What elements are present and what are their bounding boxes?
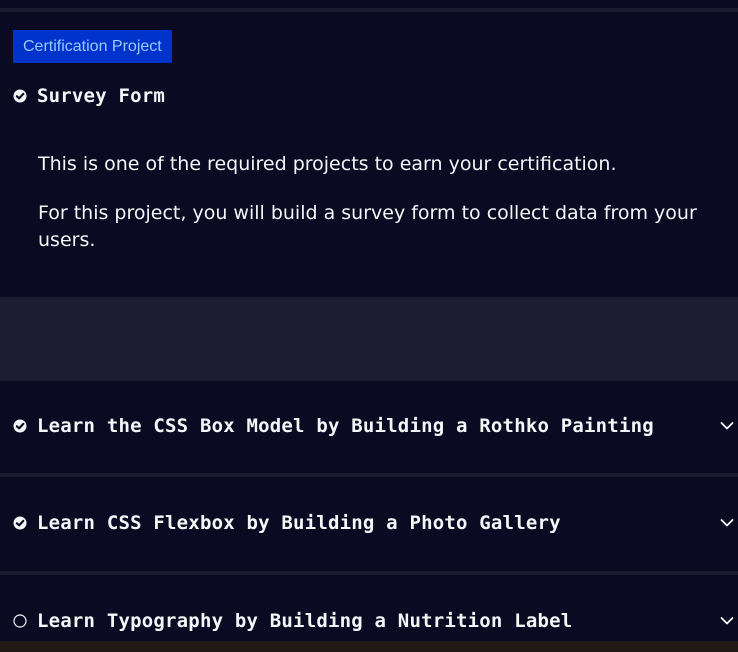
section-gap — [0, 297, 738, 381]
block-title: Learn Typography by Building a Nutrition… — [37, 610, 573, 632]
block-css-flexbox[interactable]: Learn CSS Flexbox by Building a Photo Ga… — [0, 477, 738, 571]
block-title: Learn CSS Flexbox by Building a Photo Ga… — [37, 512, 561, 534]
certification-project-badge: Certification Project — [13, 30, 172, 63]
survey-form-link[interactable]: Survey Form — [13, 84, 165, 108]
bottom-edge — [0, 641, 738, 652]
project-description-task: For this project, you will build a surve… — [38, 202, 697, 251]
chevron-down-icon[interactable] — [720, 419, 734, 433]
block-title: Learn the CSS Box Model by Building a Ro… — [37, 415, 654, 437]
check-circle-icon — [13, 419, 27, 433]
incomplete-circle-icon — [13, 614, 27, 628]
chevron-down-icon[interactable] — [720, 516, 734, 530]
block-header[interactable]: Learn the CSS Box Model by Building a Ro… — [13, 414, 738, 438]
check-circle-icon — [13, 516, 27, 530]
project-description-required: This is one of the required projects to … — [38, 153, 617, 175]
curriculum-page: Certification Project Survey Form This i… — [0, 0, 738, 652]
project-title: Survey Form — [37, 85, 166, 107]
block-css-box-model[interactable]: Learn the CSS Box Model by Building a Ro… — [0, 381, 738, 473]
block-typography[interactable]: Learn Typography by Building a Nutrition… — [0, 575, 738, 641]
check-circle-icon — [13, 89, 27, 103]
chevron-down-icon[interactable] — [720, 614, 734, 628]
block-header[interactable]: Learn CSS Flexbox by Building a Photo Ga… — [13, 511, 738, 535]
block-header[interactable]: Learn Typography by Building a Nutrition… — [13, 609, 738, 633]
top-divider — [0, 0, 738, 8]
certification-project-block: Certification Project Survey Form This i… — [0, 12, 738, 297]
